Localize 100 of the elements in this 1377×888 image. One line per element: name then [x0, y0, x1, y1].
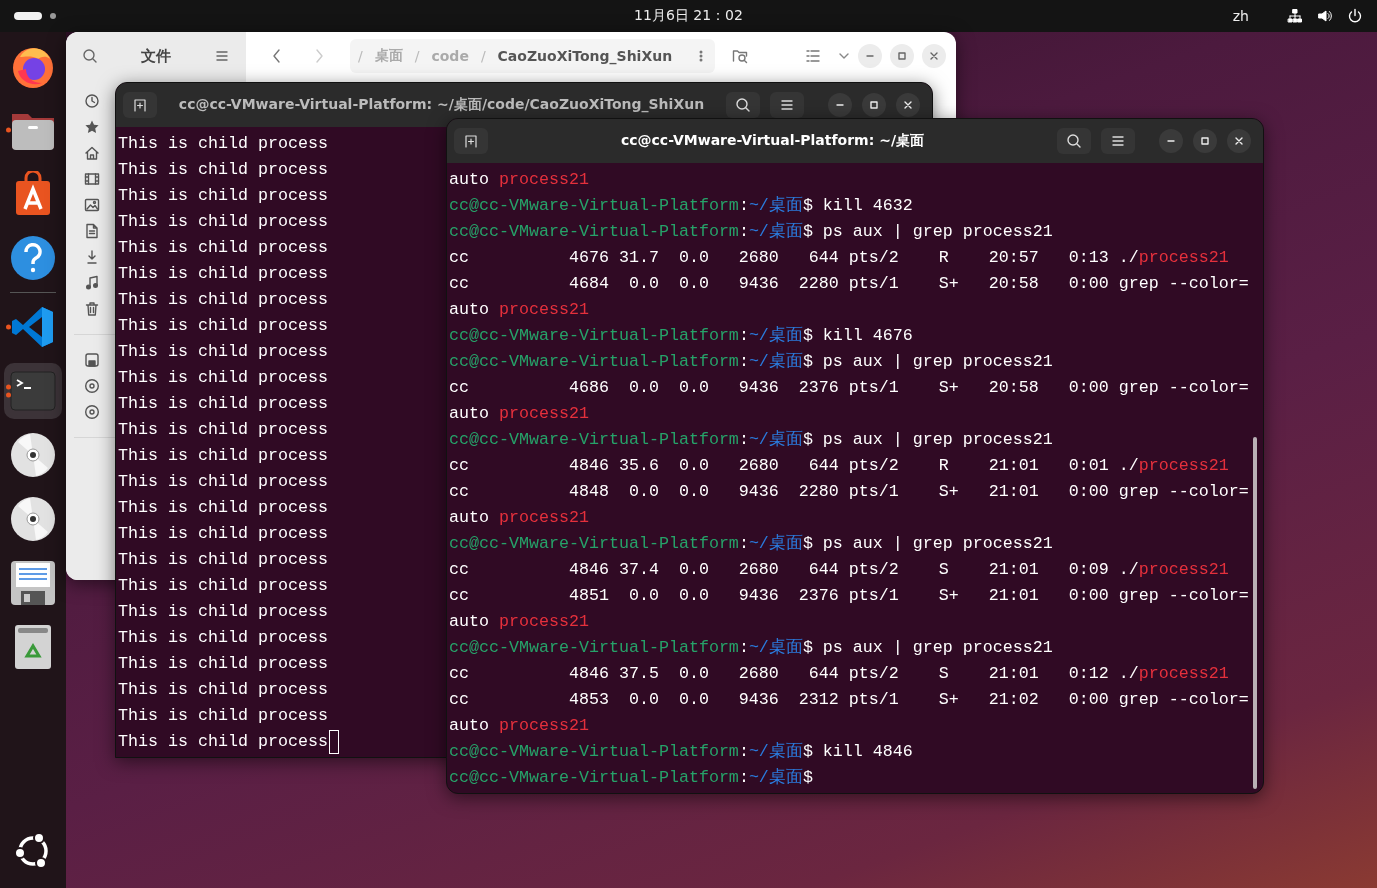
maximize-button[interactable] — [1193, 129, 1217, 153]
minimize-icon — [866, 55, 874, 57]
terminal-line: cc@cc-VMware-Virtual-Platform:~/桌面$ ps aux | grep process21 — [449, 351, 1053, 373]
workspace-indicator[interactable] — [50, 13, 56, 19]
code-editor-icon[interactable] — [11, 305, 55, 349]
terminal-line: This is child process — [118, 315, 328, 337]
music-icon — [84, 275, 100, 291]
terminal-line: cc 4848 0.0 0.0 9436 2280 pts/1 S+ 21:01 0:00 grep --color= — [449, 481, 1249, 503]
close-button[interactable] — [896, 93, 920, 117]
terminal-line: This is child process — [118, 653, 328, 675]
maximize-icon — [1200, 136, 1210, 146]
terminal-line: This is child process — [118, 211, 328, 233]
menu-button[interactable] — [1101, 128, 1135, 154]
minimize-button[interactable] — [828, 93, 852, 117]
disc-icon — [84, 404, 100, 420]
terminal-line: auto process21 — [449, 403, 589, 425]
help-icon[interactable] — [10, 235, 56, 281]
terminal-line: cc 4846 37.4 0.0 2680 644 pts/2 S 21:01 0:09 ./process21 — [449, 559, 1229, 581]
close-icon — [929, 51, 939, 61]
terminal-line: cc@cc-VMware-Virtual-Platform:~/桌面$ ps aux | grep process21 — [449, 429, 1053, 451]
minimize-button[interactable] — [1159, 129, 1183, 153]
terminal-line: This is child process — [118, 549, 328, 571]
new-tab-button[interactable] — [123, 92, 157, 118]
new-tab-icon — [132, 97, 148, 113]
clock[interactable]: 11月6日 21：02 — [634, 7, 743, 25]
menu-icon — [214, 48, 230, 64]
terminal-line: This is child process — [118, 497, 328, 519]
trash-icon — [84, 301, 100, 317]
disc-icon — [84, 378, 100, 394]
terminal-line: This is child process — [118, 575, 328, 597]
path-separator: / — [480, 48, 486, 64]
minimize-icon — [836, 104, 844, 106]
search-button[interactable] — [1057, 128, 1091, 154]
terminal-line: This is child process — [118, 419, 328, 441]
list-icon — [805, 48, 821, 64]
terminal-line: auto process21 — [449, 611, 589, 633]
terminal-line: cc@cc-VMware-Virtual-Platform:~/桌面$ kill 4846 — [449, 741, 913, 763]
document-drive-icon[interactable] — [10, 560, 56, 606]
disc-icon[interactable] — [10, 496, 56, 542]
maximize-icon — [897, 51, 907, 61]
terminal-line: This is child process — [118, 705, 328, 727]
terminal-line: auto process21 — [449, 715, 589, 737]
volume-icon — [1317, 8, 1333, 24]
more-icon — [699, 48, 703, 64]
app-store-icon[interactable] — [13, 171, 53, 217]
image-icon — [84, 197, 100, 213]
workspace-indicator[interactable] — [14, 12, 42, 20]
terminal-line: This is child process — [118, 289, 328, 311]
path-separator: / — [414, 48, 420, 64]
film-icon — [84, 171, 100, 187]
maximize-icon — [869, 100, 879, 110]
new-tab-button[interactable] — [454, 128, 488, 154]
menu-icon — [779, 97, 795, 113]
terminal-line: cc@cc-VMware-Virtual-Platform:~/桌面$ kill 4676 — [449, 325, 913, 347]
terminal-line: This is child process — [118, 159, 328, 181]
path-separator: / — [358, 48, 363, 64]
disc-icon[interactable] — [10, 432, 56, 478]
terminal-line: auto process21 — [449, 299, 589, 321]
terminal-line: auto process21 — [449, 507, 589, 529]
terminal-line: cc 4676 31.7 0.0 2680 644 pts/2 R 20:57 0:13 ./process21 — [449, 247, 1229, 269]
terminal-line: This is child process — [118, 729, 339, 755]
app-title: 文件 — [141, 46, 171, 66]
scrollbar[interactable] — [1253, 437, 1257, 789]
terminal-line: cc@cc-VMware-Virtual-Platform:~/桌面$ — [449, 767, 813, 789]
new-tab-icon — [463, 133, 479, 149]
recycle-bin-icon[interactable] — [14, 624, 52, 670]
terminal-line: This is child process — [118, 237, 328, 259]
path-crumb[interactable]: CaoZuoXiTong_ShiXun — [497, 48, 673, 64]
power-icon — [1347, 8, 1363, 24]
terminal-line: This is child process — [118, 185, 328, 207]
document-icon — [84, 223, 100, 239]
close-button[interactable] — [1227, 129, 1251, 153]
folder-search-icon — [732, 48, 748, 64]
clock-icon — [84, 93, 100, 109]
terminal-line: This is child process — [118, 601, 328, 623]
terminal-icon[interactable] — [10, 371, 56, 411]
terminal-line: This is child process — [118, 445, 328, 467]
terminal-line: This is child process — [118, 341, 328, 363]
minimize-icon — [1167, 140, 1175, 142]
menu-button[interactable] — [770, 92, 804, 118]
close-icon — [1234, 136, 1244, 146]
network-icon — [1287, 8, 1303, 24]
input-method-indicator[interactable]: zh — [1232, 8, 1249, 24]
terminal-line: cc 4686 0.0 0.0 9436 2376 pts/1 S+ 20:58 0:00 grep --color= — [449, 377, 1249, 399]
menu-icon — [1110, 133, 1126, 149]
terminal-line: cc 4851 0.0 0.0 9436 2376 pts/1 S+ 21:01 0:00 grep --color= — [449, 585, 1249, 607]
star-icon — [84, 119, 100, 135]
terminal-line: cc 4846 35.6 0.0 2680 644 pts/2 R 21:01 0:01 ./process21 — [449, 455, 1229, 477]
window-title: cc@cc-VMware-Virtual-Platform: ~/桌面 — [619, 132, 926, 150]
search-icon — [82, 48, 98, 64]
terminal-line: This is child process — [118, 393, 328, 415]
terminal-line: This is child process — [118, 133, 328, 155]
terminal-line: cc 4846 37.5 0.0 2680 644 pts/2 S 21:01 0:12 ./process21 — [449, 663, 1229, 685]
terminal-line: cc 4853 0.0 0.0 9436 2312 pts/1 S+ 21:02 0:00 grep --color= — [449, 689, 1249, 711]
search-button[interactable] — [726, 92, 760, 118]
terminal-line: This is child process — [118, 679, 328, 701]
terminal-line: cc@cc-VMware-Virtual-Platform:~/桌面$ kill 4632 — [449, 195, 913, 217]
terminal-line: cc@cc-VMware-Virtual-Platform:~/桌面$ ps aux | grep process21 — [449, 533, 1053, 555]
terminal-line: This is child process — [118, 263, 328, 285]
maximize-button[interactable] — [862, 93, 886, 117]
